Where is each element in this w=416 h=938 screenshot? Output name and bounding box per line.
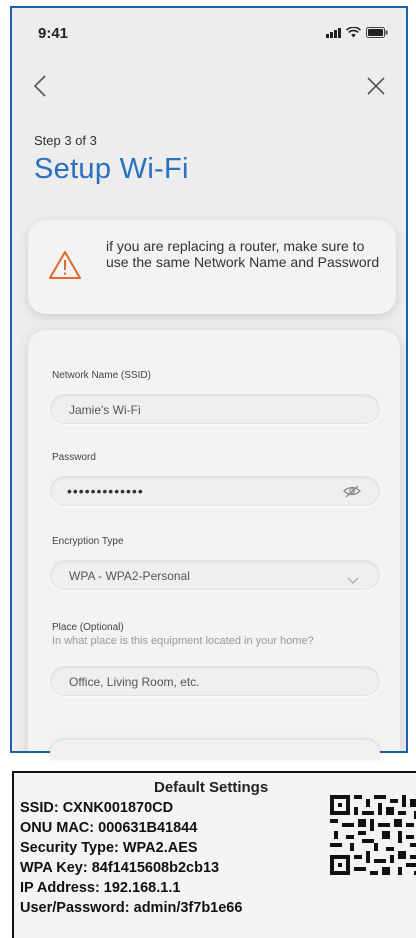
- close-icon[interactable]: [362, 72, 390, 100]
- label-security-type: Security Type: WPA2.AES: [20, 840, 198, 856]
- label-title: Default Settings: [154, 779, 269, 796]
- wifi-icon: [346, 27, 361, 38]
- chevron-down-icon: [347, 572, 359, 584]
- password-value: •••••••••••••: [67, 483, 144, 499]
- ssid-label: Network Name (SSID): [52, 370, 151, 381]
- place-input[interactable]: Office, Living Room, etc.: [50, 666, 380, 696]
- wifi-form: Network Name (SSID) Jamie's Wi-Fi Passwo…: [28, 330, 400, 751]
- encryption-select[interactable]: WPA - WPA2-Personal: [50, 560, 380, 590]
- signal-icon: [326, 28, 341, 38]
- label-wpa-key: WPA Key: 84f1415608b2cb13: [20, 860, 220, 876]
- warning-text: if you are replacing a router, make sure…: [106, 238, 380, 270]
- label-ssid: SSID: CXNK001870CD: [20, 800, 174, 816]
- encryption-value: WPA - WPA2-Personal: [69, 569, 190, 583]
- status-time: 9:41: [38, 25, 69, 42]
- label-onu-mac: ONU MAC: 000631B41844: [20, 820, 198, 836]
- ssid-value: Jamie's Wi-Fi: [69, 403, 141, 417]
- password-input[interactable]: •••••••••••••: [50, 476, 380, 506]
- qr-code-icon: [330, 795, 416, 875]
- label-ip-address: IP Address: 192.168.1.1: [20, 880, 181, 896]
- place-placeholder: Office, Living Room, etc.: [69, 675, 200, 689]
- battery-icon: [366, 27, 388, 38]
- warning-card: if you are replacing a router, make sure…: [28, 220, 396, 314]
- back-icon[interactable]: [28, 72, 56, 100]
- step-label: Step 3 of 3: [34, 133, 97, 148]
- encryption-label: Encryption Type: [52, 536, 124, 547]
- place-label: Place (Optional): [52, 622, 124, 633]
- continue-button[interactable]: [50, 740, 380, 760]
- status-icons: [326, 27, 388, 38]
- ssid-input[interactable]: Jamie's Wi-Fi: [50, 394, 380, 424]
- password-label: Password: [52, 452, 96, 463]
- label-user-password: User/Password: admin/3f7b1e66: [20, 900, 243, 916]
- page-title: Setup Wi-Fi: [34, 153, 189, 185]
- status-bar: 9:41: [12, 8, 406, 52]
- nav-row: [12, 66, 406, 106]
- eye-icon[interactable]: [343, 485, 361, 499]
- warning-icon: [48, 250, 82, 280]
- phone-screen: 9:41 Step 3 of 3 Setup Wi-Fi if you are …: [10, 6, 408, 753]
- default-settings-label: Default Settings SSID: CXNK001870CD ONU …: [12, 771, 416, 938]
- place-hint: In what place is this equipment located …: [52, 635, 314, 647]
